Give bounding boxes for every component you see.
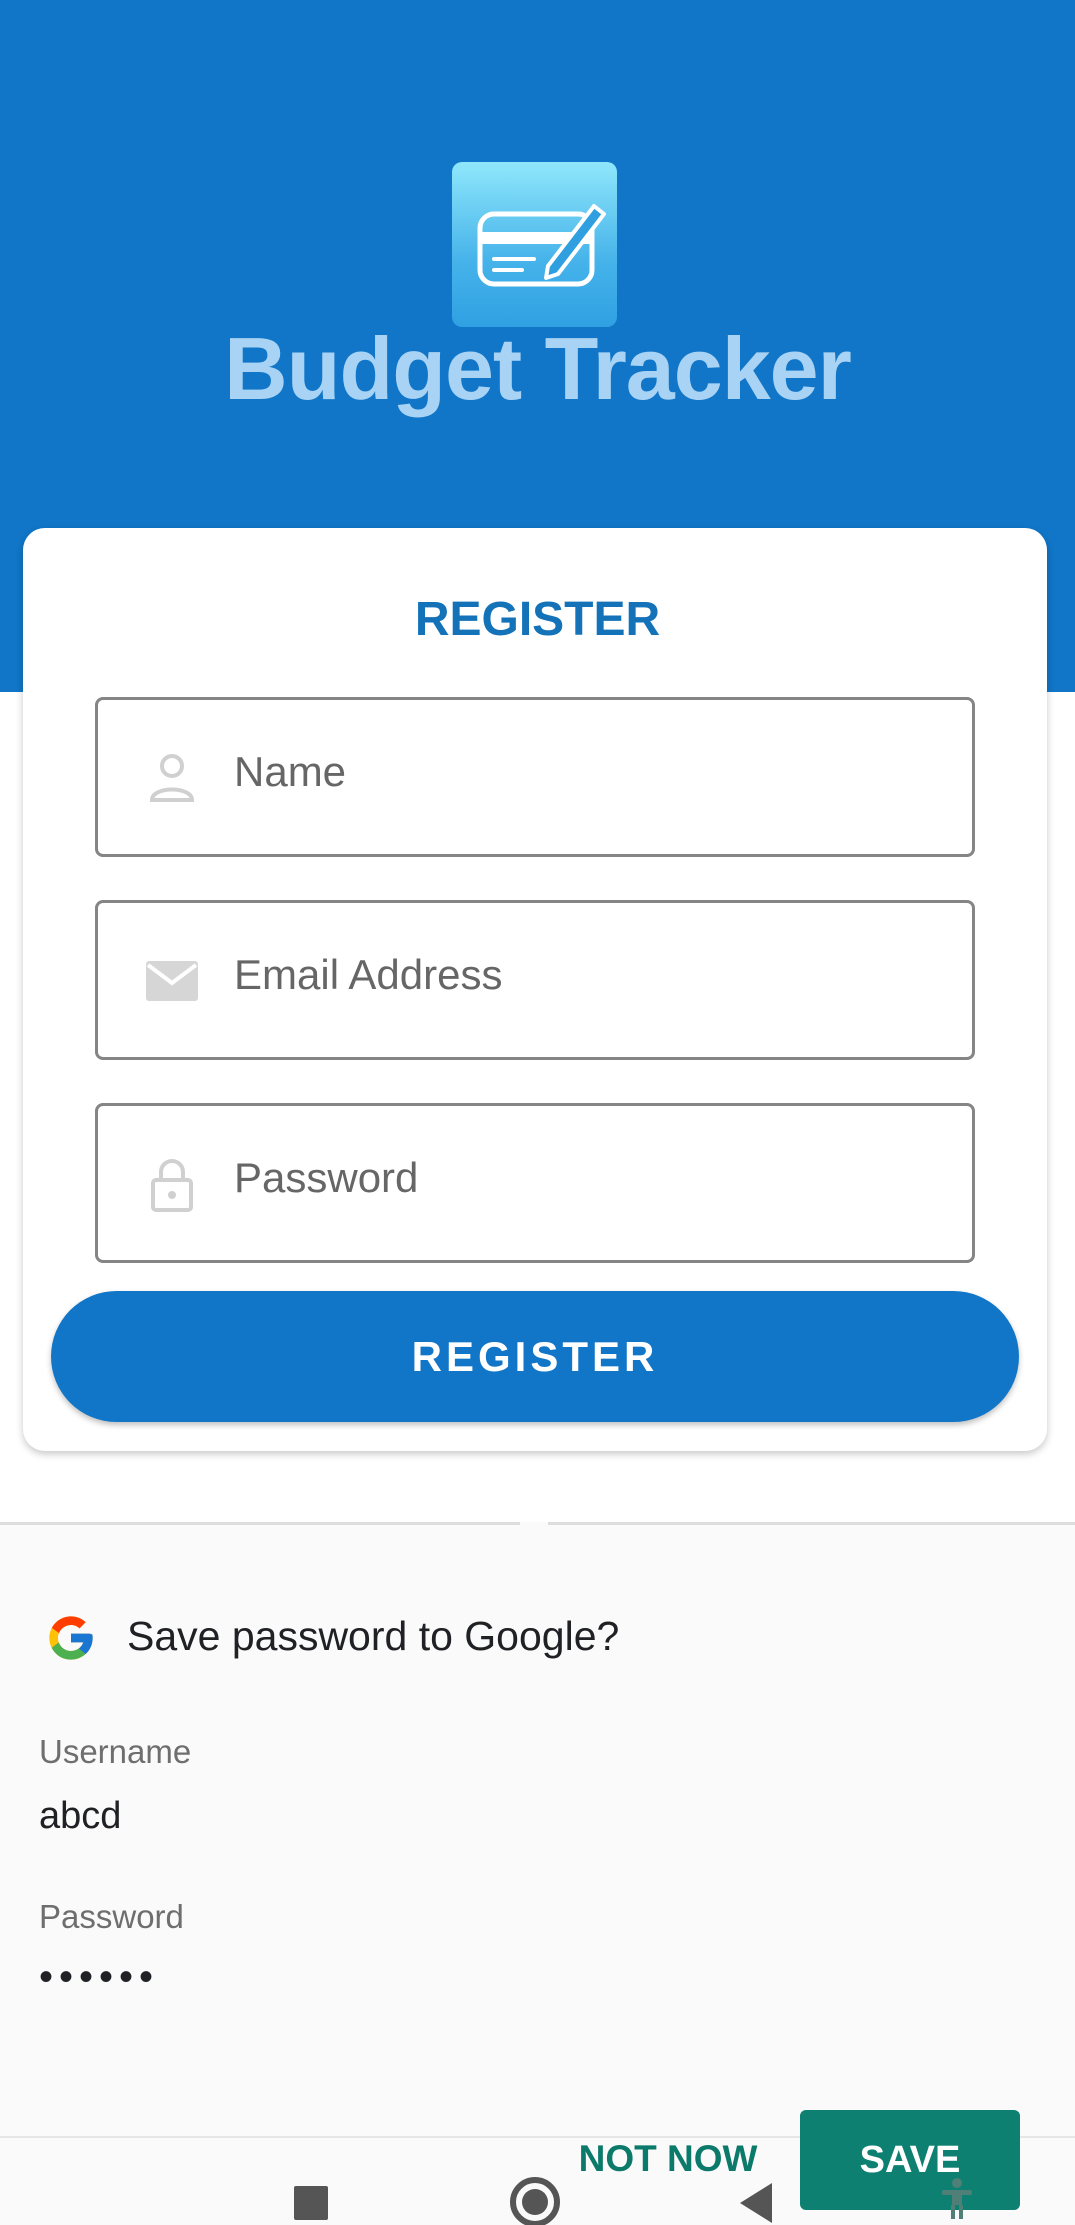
accessibility-icon[interactable] [940,2178,974,2220]
mail-icon [146,961,198,1001]
divider [548,1522,1075,1525]
register-heading: REGISTER [414,593,661,646]
credit-card-edit-icon [477,204,606,287]
password-value: •••••• [39,1955,160,1999]
password-label: Password [39,1898,184,1935]
app-title: Budget Tracker [224,319,852,418]
app-logo [452,162,617,327]
username-value: abcd [39,1795,122,1837]
username-label: Username [39,1733,192,1770]
lock-icon [151,1159,193,1212]
name-field[interactable]: Name [95,697,975,857]
divider [0,1522,520,1525]
google-icon [49,1616,93,1660]
register-button[interactable]: REGISTER [51,1291,1019,1422]
home-icon[interactable] [510,2177,560,2225]
password-placeholder: Password [234,1154,419,1201]
not-now-button[interactable]: NOT NOW [568,2138,768,2180]
email-placeholder: Email Address [234,951,503,998]
name-placeholder: Name [234,748,347,795]
password-field[interactable]: Password [95,1103,975,1263]
recent-apps-icon[interactable] [294,2186,328,2220]
person-icon [149,754,195,802]
email-field[interactable]: Email Address [95,900,975,1060]
save-button[interactable]: SAVE [800,2110,1020,2210]
back-icon[interactable] [740,2183,772,2223]
save-prompt-title: Save password to Google? [127,1613,620,1659]
